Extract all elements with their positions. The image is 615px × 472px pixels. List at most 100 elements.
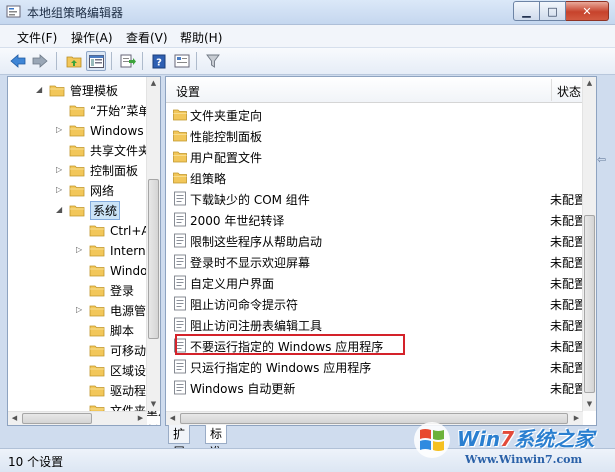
scroll-down-arrow[interactable]: ▼ (583, 398, 596, 411)
tree-item[interactable]: 区域设置服务 (8, 360, 160, 380)
menu-action[interactable]: 操作(A) (71, 29, 113, 46)
setting-name: 阻止访问命令提示符 (190, 298, 299, 312)
tree-expand-icon[interactable]: ▷ (56, 125, 65, 134)
scroll-thumb[interactable] (22, 413, 92, 424)
show-hide-tree-button[interactable] (86, 51, 106, 71)
list-setting-row[interactable]: 下载缺少的 COM 组件 未配置 (166, 188, 586, 209)
tree-item[interactable]: Ctrl+Alt+Del 选项 (8, 220, 160, 240)
tree-expand-icon[interactable]: ▷ (76, 305, 85, 314)
list-header: 设置 状态 (166, 77, 584, 103)
tree-item[interactable]: 共享文件夹 (8, 140, 160, 160)
windows-flag-logo-icon (414, 422, 450, 458)
policy-setting-icon (173, 317, 187, 332)
tree-collapse-icon[interactable]: ◢ (36, 85, 45, 94)
tree-item-label: 管理模板 (70, 84, 119, 98)
tab-extended[interactable]: 扩展 (168, 425, 191, 459)
tree-item[interactable]: ◢ 系统 (8, 200, 160, 220)
tree-expand-icon[interactable]: ▷ (56, 185, 65, 194)
setting-name: 组策略 (190, 172, 227, 186)
pane-splitter-arrow[interactable]: ⇦ (597, 153, 606, 166)
folder-icon (69, 202, 85, 218)
menu-help[interactable]: 帮助(H) (180, 29, 222, 46)
tab-standard[interactable]: 标准 (205, 425, 228, 459)
scroll-left-arrow[interactable]: ◀ (8, 412, 21, 425)
tree-expand-icon[interactable]: ▷ (56, 165, 65, 174)
list-folder-row[interactable]: 文件夹重定向 (166, 104, 584, 125)
tree-horizontal-scrollbar[interactable]: ◀ ▶ (8, 411, 147, 425)
console-tree: ◢ 管理模板 “开始”菜单和任务栏▷Windows 组件共享文件夹 ▷ 控制面板 ▷ 网络 ◢… (7, 76, 161, 426)
folder-up-icon (66, 56, 82, 68)
column-header-setting[interactable]: 设置 (176, 83, 200, 100)
up-level-button[interactable] (64, 51, 84, 71)
setting-state: 未配置 (550, 256, 587, 270)
setting-state: 未配置 (550, 382, 587, 396)
toolbar: ? (0, 48, 615, 75)
back-arrow-icon (10, 54, 26, 68)
minimize-button[interactable]: ▁ (513, 1, 540, 21)
tree-item[interactable]: ◢ 管理模板 (8, 80, 160, 100)
menu-view[interactable]: 查看(V) (126, 29, 168, 46)
setting-state: 未配置 (550, 319, 587, 333)
filter-button[interactable] (203, 51, 223, 71)
status-text: 10 个设置 (8, 455, 64, 469)
scroll-up-arrow[interactable]: ▲ (583, 77, 596, 90)
tree-item[interactable]: 脚本 (8, 320, 160, 340)
folder-icon (89, 382, 105, 398)
tree-item[interactable]: 登录 (8, 280, 160, 300)
policy-setting-icon (173, 212, 187, 227)
list-setting-row[interactable]: 只运行指定的 Windows 应用程序 未配置 (166, 356, 586, 377)
help-button[interactable]: ? (149, 51, 169, 71)
folder-icon (89, 302, 105, 318)
scroll-thumb[interactable] (148, 179, 159, 339)
tree-item-label: 脚本 (110, 324, 135, 338)
tree-item[interactable]: Windows 文件保护 (8, 260, 160, 280)
scroll-thumb[interactable] (584, 215, 595, 393)
tree-item[interactable]: ▷Internet 通信管理 (8, 240, 160, 260)
scroll-right-arrow[interactable]: ▶ (134, 412, 147, 425)
tree-expand-icon[interactable]: ▷ (76, 245, 85, 254)
back-button[interactable] (8, 51, 28, 71)
scroll-down-arrow[interactable]: ▼ (147, 398, 160, 411)
export-list-button[interactable] (118, 51, 138, 71)
list-folder-row[interactable]: 性能控制面板 (166, 125, 584, 146)
tree-item[interactable]: 驱动程序安装 (8, 380, 160, 400)
tree-item[interactable]: ▷Windows 组件 (8, 120, 160, 140)
setting-name: 自定义用户界面 (190, 277, 275, 291)
tree-item-label: 系统 (90, 201, 121, 220)
list-setting-row[interactable]: 自定义用户界面 未配置 (166, 272, 586, 293)
tree-item[interactable]: 可移动存储访问 (8, 340, 160, 360)
folder-icon (89, 362, 105, 378)
list-setting-row[interactable]: 阻止访问命令提示符 未配置 (166, 293, 586, 314)
column-header-state[interactable]: 状态 (557, 83, 581, 100)
svg-text:?: ? (156, 57, 162, 68)
tree-collapse-icon[interactable]: ◢ (56, 205, 65, 214)
properties-button[interactable] (172, 51, 192, 71)
list-folder-row[interactable]: 组策略 (166, 167, 584, 188)
toolbar-separator (196, 52, 197, 70)
tree-item[interactable]: ▷ 电源管理 (8, 300, 160, 320)
list-vertical-scrollbar[interactable]: ▲ ▼ (582, 77, 596, 411)
close-button[interactable]: ✕ (566, 1, 609, 21)
setting-name: Windows 自动更新 (190, 382, 296, 396)
list-setting-row[interactable]: 登录时不显示欢迎屏幕 未配置 (166, 251, 587, 272)
watermark-url: Www.Winwin7.com (465, 453, 583, 466)
list-folder-row[interactable]: 用户配置文件 (166, 146, 584, 167)
list-setting-row[interactable]: 阻止访问注册表编辑工具 未配置 (166, 314, 587, 335)
maximize-button[interactable]: □ (540, 1, 566, 21)
list-setting-row[interactable]: 2000 年世纪转译 未配置 (166, 209, 586, 230)
forward-button[interactable] (30, 51, 50, 71)
policy-setting-icon (173, 296, 187, 311)
tree-item[interactable]: ▷ 网络 (8, 180, 160, 200)
tree-item[interactable]: ▷ 控制面板 (8, 160, 160, 180)
export-list-icon (120, 54, 136, 68)
list-setting-row[interactable]: Windows 自动更新 未配置 (166, 377, 587, 398)
forward-arrow-icon (32, 54, 48, 68)
tree-vertical-scrollbar[interactable]: ▲ ▼ (146, 77, 160, 411)
help-book-icon: ? (152, 54, 166, 68)
scroll-up-arrow[interactable]: ▲ (147, 77, 160, 90)
column-divider[interactable] (551, 79, 552, 101)
list-setting-row[interactable]: 限制这些程序从帮助启动 未配置 (166, 230, 586, 251)
tree-item[interactable]: “开始”菜单和任务栏 (8, 100, 160, 120)
scroll-left-arrow[interactable]: ◀ (166, 412, 179, 425)
menu-file[interactable]: 文件(F) (17, 29, 57, 46)
